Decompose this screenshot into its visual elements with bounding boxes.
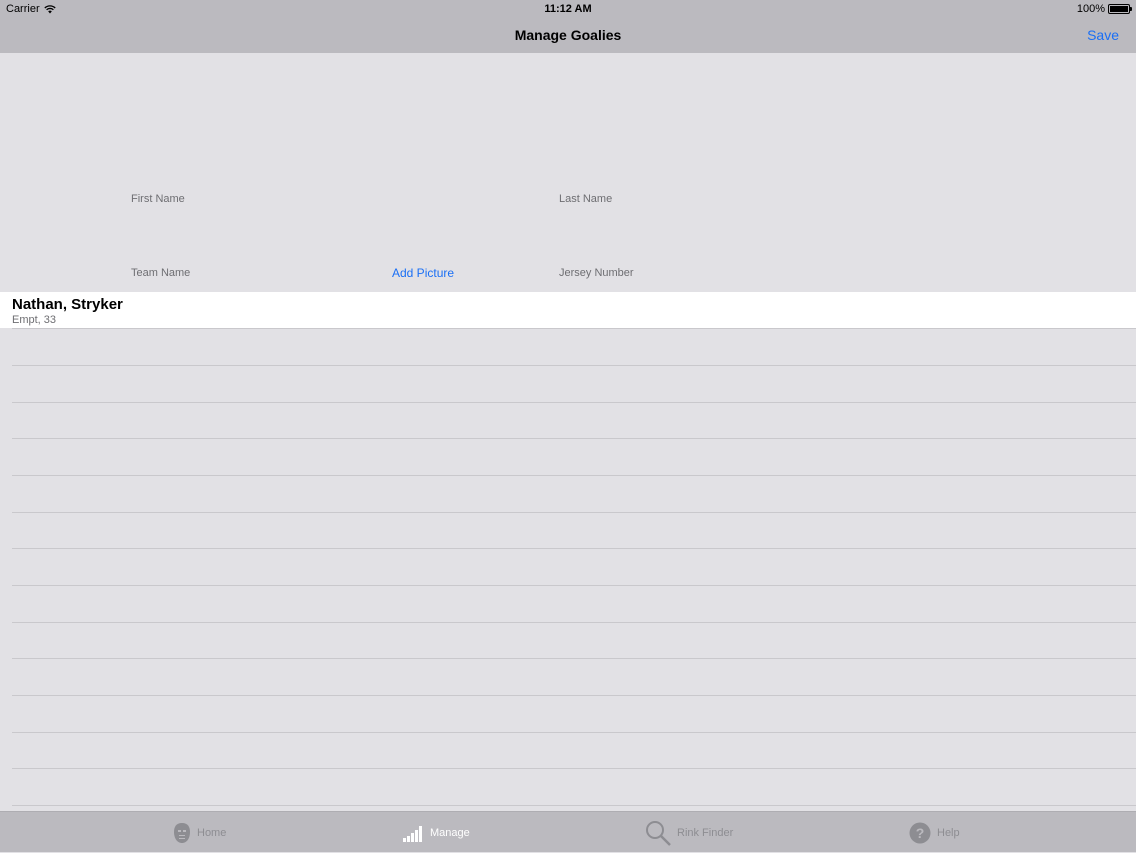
team-name-field[interactable]: Team Name	[131, 267, 190, 279]
jersey-number-field[interactable]: Jersey Number	[559, 267, 634, 279]
tab-home-label: Home	[197, 826, 227, 839]
tab-help[interactable]: ? Help	[909, 812, 960, 853]
save-button[interactable]: Save	[1087, 27, 1119, 43]
row-separator	[12, 475, 1136, 476]
tab-help-label: Help	[937, 826, 960, 839]
tab-bar: Home Manage Rink Finder ? Help	[0, 811, 1136, 852]
goalie-name: Nathan, Stryker	[12, 296, 123, 313]
row-separator	[12, 695, 1136, 696]
row-separator	[12, 548, 1136, 549]
bar-signal-icon	[403, 825, 422, 842]
status-bar: Carrier 11:12 AM 100%	[0, 0, 1136, 18]
goalie-list: Nathan, Stryker Empt, 33	[0, 292, 1136, 811]
magnifier-icon	[646, 820, 671, 846]
row-separator	[12, 585, 1136, 586]
row-separator	[12, 402, 1136, 403]
row-separator	[12, 365, 1136, 366]
page-title: Manage Goalies	[514, 27, 622, 43]
row-separator	[12, 658, 1136, 659]
tab-manage-label: Manage	[430, 826, 470, 839]
battery-icon	[1108, 4, 1132, 14]
row-separator	[12, 768, 1136, 769]
row-separator	[12, 622, 1136, 623]
goalie-detail: Empt, 33	[12, 314, 57, 326]
tab-rink-finder[interactable]: Rink Finder	[645, 812, 733, 853]
row-separator	[12, 732, 1136, 733]
navigation-bar: Manage Goalies Save	[0, 18, 1136, 53]
tab-home[interactable]: Home	[173, 812, 226, 853]
battery-indicator: 100%	[1076, 3, 1132, 15]
tab-rink-finder-label: Rink Finder	[677, 826, 734, 839]
svg-text:?: ?	[916, 825, 925, 841]
question-circle-icon: ?	[909, 822, 931, 843]
add-picture-button[interactable]: Add Picture	[392, 266, 454, 280]
tab-manage[interactable]: Manage	[402, 812, 470, 853]
status-time: 11:12 AM	[544, 3, 592, 15]
first-name-field[interactable]: First Name	[131, 193, 185, 205]
row-separator	[12, 438, 1136, 439]
battery-percent: 100%	[1076, 3, 1105, 15]
last-name-field[interactable]: Last Name	[559, 193, 612, 205]
row-separator	[12, 512, 1136, 513]
list-item[interactable]: Nathan, Stryker Empt, 33	[0, 292, 1136, 328]
goalie-mask-icon	[174, 822, 190, 843]
row-separator	[12, 328, 1136, 329]
row-separator	[12, 805, 1136, 806]
